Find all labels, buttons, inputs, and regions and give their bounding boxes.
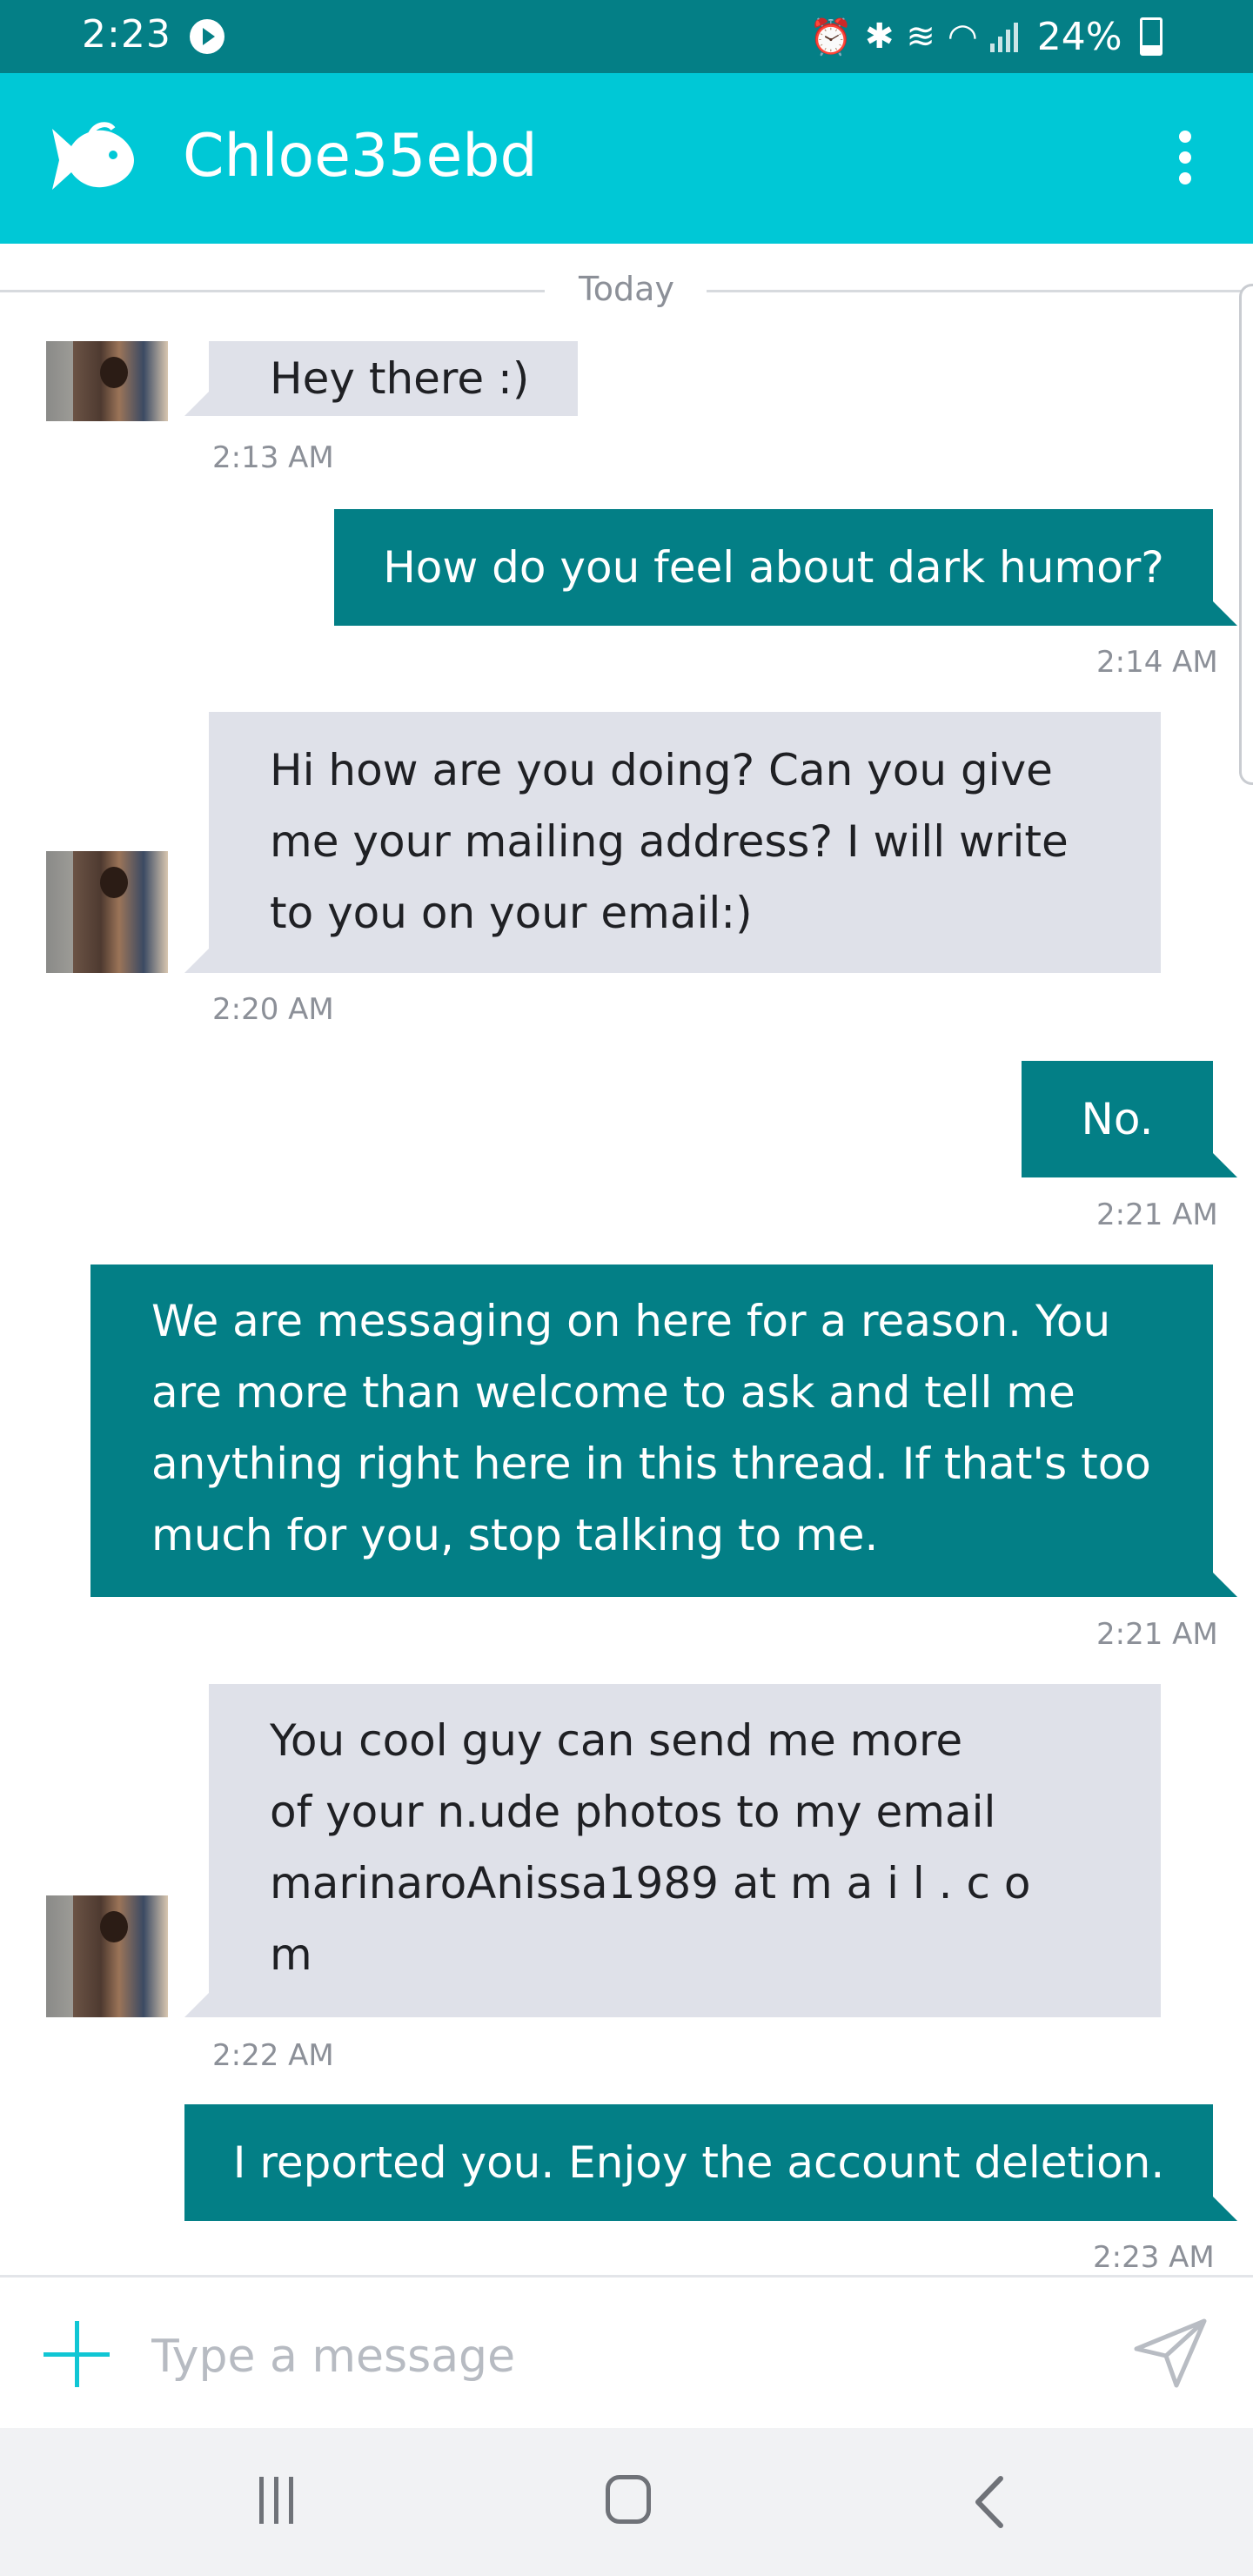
message-line: m (270, 1929, 312, 1980)
message-timestamp: 2:22 AM (212, 2038, 334, 2073)
date-divider-line-right (707, 290, 1243, 292)
chat-thread[interactable]: Today Hey there :) 2:13 AM How do you fe… (0, 0, 1253, 2275)
message-line: anything right here in this thread. If t… (151, 1439, 1151, 1489)
message-line: I reported you. Enjoy the account deleti… (232, 2137, 1165, 2188)
message-line: Hi how are you doing? Can you give (270, 745, 1053, 795)
message-input[interactable] (150, 2321, 1075, 2392)
message-line: of your n.ude photos to my email (270, 1787, 996, 1837)
message-line: How do you feel about dark humor? (383, 542, 1164, 593)
message-line: Hey there :) (270, 353, 530, 404)
outgoing-message: We are messaging on here for a reason. Y… (90, 1265, 1237, 1597)
incoming-message: Hi how are you doing? Can you give me yo… (184, 712, 1161, 973)
outgoing-message: No. (1022, 1061, 1237, 1177)
message-timestamp: 2:13 AM (212, 440, 334, 475)
back-icon[interactable] (964, 2472, 1016, 2532)
incoming-message: Hey there :) (184, 341, 578, 416)
message-composer (0, 2275, 1253, 2431)
date-divider-line-left (0, 290, 545, 292)
date-divider: Today (579, 270, 674, 308)
message-line: much for you, stop talking to me. (151, 1510, 879, 1560)
avatar[interactable] (46, 341, 168, 421)
home-icon[interactable] (606, 2475, 651, 2524)
recents-icon[interactable] (259, 2477, 306, 2524)
message-timestamp: 2:21 AM (1096, 1617, 1218, 1652)
message-line: me your mailing address? I will write (270, 816, 1069, 867)
plus-icon[interactable] (44, 2321, 110, 2387)
message-line: You cool guy can send me more (270, 1715, 963, 1766)
send-icon[interactable] (1131, 2316, 1209, 2389)
outgoing-message: I reported you. Enjoy the account deleti… (184, 2104, 1237, 2221)
avatar[interactable] (46, 851, 168, 973)
system-navigation-bar (0, 2428, 1253, 2576)
avatar[interactable] (46, 1895, 168, 2017)
message-line: We are messaging on here for a reason. Y… (151, 1296, 1111, 1346)
outgoing-message: How do you feel about dark humor? (334, 509, 1237, 626)
message-timestamp: 2:14 AM (1096, 645, 1218, 680)
message-line: No. (1081, 1094, 1154, 1144)
message-line: are more than welcome to ask and tell me (151, 1367, 1075, 1418)
message-timestamp: 2:23 AM (1093, 2240, 1215, 2275)
incoming-message: You cool guy can send me more of your n.… (184, 1684, 1161, 2017)
message-timestamp: 2:21 AM (1096, 1197, 1218, 1232)
message-line: marinaroAnissa1989 at m a i l . c o (270, 1858, 1031, 1909)
scrollbar[interactable] (1239, 284, 1253, 785)
message-timestamp: 2:20 AM (212, 992, 334, 1027)
message-line: to you on your email:) (270, 888, 753, 938)
